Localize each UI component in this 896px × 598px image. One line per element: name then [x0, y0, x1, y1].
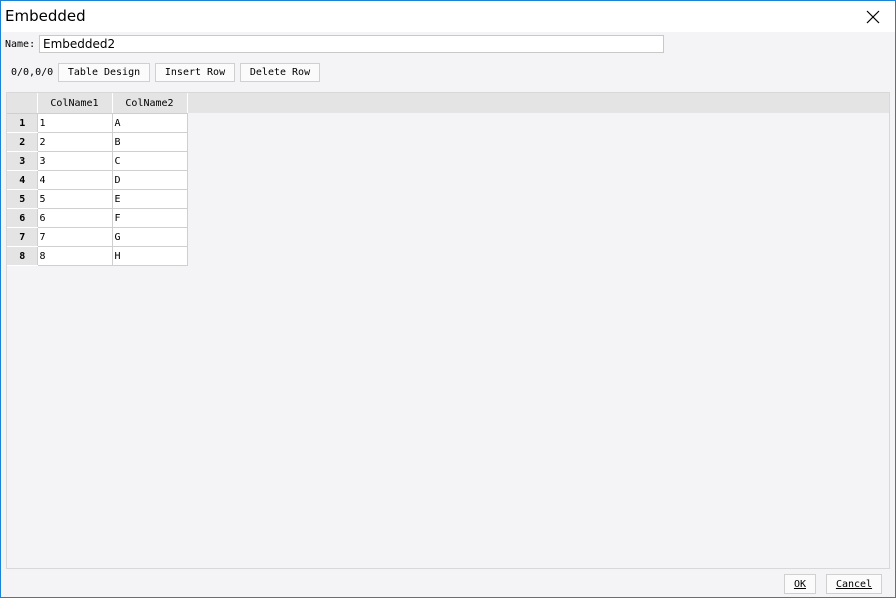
row-header[interactable]: 8: [7, 246, 38, 266]
grid-table: ColName1 ColName2 1 1 A 2 2 B 3 3 C 4 4 …: [7, 93, 188, 266]
grid-cell[interactable]: 3: [36, 151, 113, 171]
column-header-colname2[interactable]: ColName2: [112, 93, 188, 114]
table-row: 8 8 H: [7, 246, 188, 266]
grid-cell[interactable]: 8: [36, 246, 113, 266]
row-header[interactable]: 3: [7, 151, 38, 171]
toolbar: 0/0,0/0 Table Design Insert Row Delete R…: [1, 63, 895, 85]
table-row: 6 6 F: [7, 208, 188, 228]
delete-row-button[interactable]: Delete Row: [240, 63, 320, 82]
table-row: 4 4 D: [7, 170, 188, 190]
grid-header-row: ColName1 ColName2: [7, 93, 188, 114]
name-row: Name:: [1, 33, 895, 57]
row-header[interactable]: 2: [7, 132, 38, 152]
grid-cell[interactable]: 6: [36, 208, 113, 228]
table-design-button[interactable]: Table Design: [58, 63, 150, 82]
grid-cell[interactable]: 4: [36, 170, 113, 190]
grid-cell[interactable]: A: [111, 113, 188, 133]
ok-button[interactable]: OK: [784, 574, 816, 594]
title-bar: Embedded: [1, 1, 895, 32]
close-button[interactable]: [851, 1, 895, 32]
grid-cell[interactable]: C: [111, 151, 188, 171]
name-label: Name:: [5, 39, 36, 50]
grid-corner-cell[interactable]: [7, 93, 38, 114]
grid-cell[interactable]: 2: [36, 132, 113, 152]
row-header[interactable]: 6: [7, 208, 38, 228]
embedded-dialog: Embedded Name: 0/0,0/0 Table Design Inse…: [0, 0, 896, 598]
cancel-button[interactable]: Cancel: [826, 574, 882, 594]
table-row: 1 1 A: [7, 113, 188, 133]
row-header[interactable]: 7: [7, 227, 38, 247]
grid-cell[interactable]: D: [111, 170, 188, 190]
data-grid: ColName1 ColName2 1 1 A 2 2 B 3 3 C 4 4 …: [6, 92, 890, 569]
grid-cell[interactable]: G: [111, 227, 188, 247]
row-header[interactable]: 4: [7, 170, 38, 190]
table-row: 2 2 B: [7, 132, 188, 152]
table-row: 5 5 E: [7, 189, 188, 209]
grid-cell[interactable]: B: [111, 132, 188, 152]
close-icon: [866, 10, 880, 23]
name-input[interactable]: [39, 35, 664, 53]
grid-cell[interactable]: E: [111, 189, 188, 209]
column-header-colname1[interactable]: ColName1: [37, 93, 113, 114]
insert-row-button[interactable]: Insert Row: [155, 63, 235, 82]
table-row: 3 3 C: [7, 151, 188, 171]
grid-cell[interactable]: 1: [36, 113, 113, 133]
cell-position-indicator: 0/0,0/0: [11, 67, 54, 78]
grid-cell[interactable]: H: [111, 246, 188, 266]
grid-cell[interactable]: 7: [36, 227, 113, 247]
grid-cell[interactable]: 5: [36, 189, 113, 209]
grid-cell[interactable]: F: [111, 208, 188, 228]
table-row: 7 7 G: [7, 227, 188, 247]
window-title: Embedded: [5, 7, 86, 25]
row-header[interactable]: 5: [7, 189, 38, 209]
row-header[interactable]: 1: [7, 113, 38, 133]
